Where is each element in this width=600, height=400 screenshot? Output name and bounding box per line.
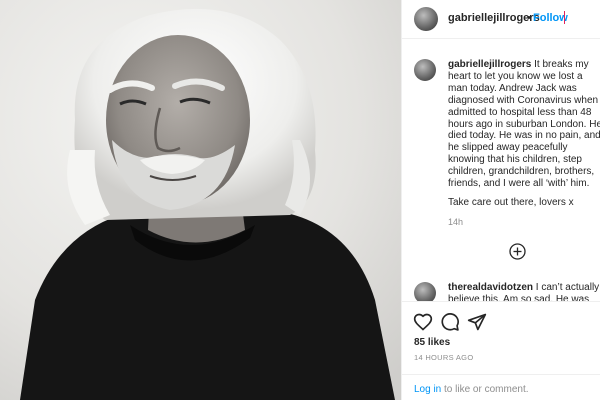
likes-count[interactable]: 85 likes bbox=[414, 337, 450, 348]
post-date: 14 HOURS AGO bbox=[414, 353, 474, 362]
post-photo[interactable] bbox=[0, 0, 401, 400]
follow-button[interactable]: Follow bbox=[533, 12, 568, 24]
login-link[interactable]: Log in bbox=[414, 384, 441, 395]
plus-circle-icon bbox=[509, 243, 526, 260]
comment-text: therealdavidotzen I can’t actually belie… bbox=[448, 282, 600, 301]
like-button[interactable] bbox=[413, 312, 433, 332]
portrait-illustration bbox=[0, 0, 401, 400]
comment-icon bbox=[441, 313, 459, 331]
caption-body: It breaks my heart to let you know we lo… bbox=[448, 59, 600, 190]
heart-icon bbox=[413, 313, 433, 331]
separator-dot: • bbox=[527, 12, 531, 24]
caption-text: gabriellejillrogers It breaks my heart t… bbox=[448, 59, 600, 190]
login-prompt-bar: Log in to like or comment. bbox=[402, 374, 600, 400]
author-avatar[interactable] bbox=[414, 7, 438, 31]
comment-button[interactable] bbox=[440, 312, 460, 332]
post-actions: 85 likes 14 HOURS AGO Log in to like or … bbox=[402, 301, 600, 400]
caption-timestamp: 14h bbox=[448, 217, 464, 227]
login-prompt-text: to like or comment. bbox=[441, 384, 529, 395]
login-prompt: Log in to like or comment. bbox=[414, 384, 529, 395]
post-side-panel: gabriellejillrogers • Follow gabrielleji… bbox=[401, 0, 600, 400]
share-icon bbox=[467, 313, 487, 331]
load-more-comments-button[interactable] bbox=[509, 243, 526, 260]
share-button[interactable] bbox=[467, 312, 487, 332]
caption-avatar[interactable] bbox=[414, 59, 436, 81]
caption-username[interactable]: gabriellejillrogers bbox=[448, 59, 531, 70]
post-header: gabriellejillrogers • Follow bbox=[402, 0, 600, 39]
instagram-post-window: gabriellejillrogers • Follow gabrielleji… bbox=[0, 0, 600, 400]
commenter-avatar[interactable] bbox=[414, 282, 436, 301]
caption-signoff: Take care out there, lovers x bbox=[448, 197, 574, 208]
commenter-username[interactable]: therealdavidotzen bbox=[448, 282, 533, 293]
comments-list[interactable]: gabriellejillrogers It breaks my heart t… bbox=[402, 39, 600, 301]
focus-indicator bbox=[564, 11, 565, 24]
author-username[interactable]: gabriellejillrogers bbox=[448, 12, 540, 24]
